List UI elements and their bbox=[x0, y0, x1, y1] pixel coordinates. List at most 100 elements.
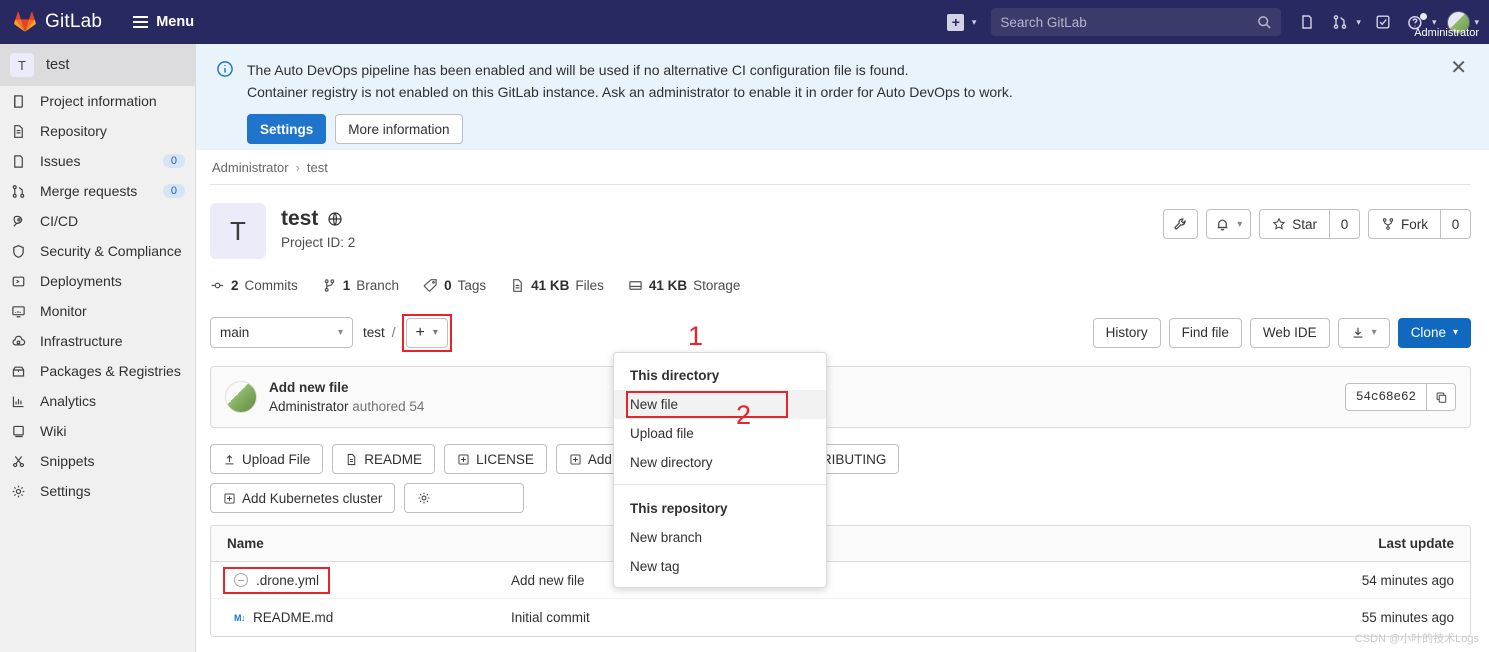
file-name[interactable]: README.md bbox=[253, 610, 333, 625]
project-sidebar: T test Project information Repository Is… bbox=[0, 44, 196, 652]
merge-icon bbox=[10, 184, 27, 199]
find-file-button[interactable]: Find file bbox=[1168, 317, 1242, 348]
sidebar-project-name: test bbox=[46, 57, 70, 73]
commit-sha: 54c68e62 bbox=[1344, 383, 1426, 411]
stat-storage: 41 KB Storage bbox=[628, 278, 740, 293]
stat-label: Branch bbox=[356, 278, 400, 293]
new-item-dropdown[interactable]: + ▾ bbox=[941, 7, 981, 37]
file-name[interactable]: .drone.yml bbox=[256, 573, 319, 588]
plus-icon[interactable]: + bbox=[941, 7, 971, 37]
sidebar-item-monitor[interactable]: Monitor bbox=[0, 296, 195, 326]
sidebar-item-analytics[interactable]: Analytics bbox=[0, 386, 195, 416]
stat-commits[interactable]: 2 Commits bbox=[210, 278, 298, 293]
sidebar-item-deployments[interactable]: Deployments bbox=[0, 266, 195, 296]
sidebar-item-label: Repository bbox=[40, 123, 107, 139]
sidebar-item-packages-registries[interactable]: Packages & Registries bbox=[0, 356, 195, 386]
issues-icon[interactable] bbox=[1292, 7, 1322, 37]
star-button-group[interactable]: Star 0 bbox=[1259, 209, 1360, 239]
button-label: Add Kubernetes cluster bbox=[242, 490, 383, 506]
dropdown-item-new-file[interactable]: New file bbox=[614, 390, 826, 419]
sidebar-item-project-information[interactable]: Project information bbox=[0, 86, 195, 116]
sidebar-item-repository[interactable]: Repository bbox=[0, 116, 195, 146]
main-menu-button[interactable]: Menu bbox=[126, 9, 201, 35]
add-readme-button[interactable]: README bbox=[332, 444, 436, 474]
sidebar-item-merge-requests[interactable]: Merge requests 0 bbox=[0, 176, 195, 206]
markdown-icon: M↓ bbox=[234, 612, 246, 623]
table-row[interactable]: M↓ README.md Initial commit 55 minutes a… bbox=[211, 599, 1470, 636]
chevron-down-icon: ▾ bbox=[1474, 16, 1479, 27]
alert-more-information-button[interactable]: More information bbox=[335, 114, 463, 144]
sidebar-item-issues[interactable]: Issues 0 bbox=[0, 146, 195, 176]
stat-tags[interactable]: 0 Tags bbox=[423, 278, 486, 293]
sidebar-item-snippets[interactable]: Snippets bbox=[0, 446, 195, 476]
stat-branches[interactable]: 1 Branch bbox=[322, 278, 399, 293]
fork-count: 0 bbox=[1441, 209, 1471, 239]
sidebar-item-label: Issues bbox=[40, 153, 81, 169]
sidebar-item-security-compliance[interactable]: Security & Compliance bbox=[0, 236, 195, 266]
commit-message[interactable]: Add new file bbox=[269, 378, 424, 397]
star-count: 0 bbox=[1330, 209, 1360, 239]
web-ide-button[interactable]: Web IDE bbox=[1249, 317, 1330, 348]
project-header: T test Project ID: 2 ▾ Star 0 Fork 0 bbox=[210, 185, 1489, 259]
merge-requests-dropdown[interactable]: ▾ bbox=[1325, 7, 1365, 37]
file-name-highlight[interactable]: .drone.yml bbox=[222, 566, 331, 594]
breadcrumb-owner[interactable]: Administrator bbox=[212, 160, 289, 175]
sidebar-project-header[interactable]: T test bbox=[0, 44, 195, 86]
project-avatar: T bbox=[210, 203, 266, 259]
add-kubernetes-cluster-button[interactable]: Add Kubernetes cluster bbox=[210, 483, 396, 513]
clone-button[interactable]: Clone ▾ bbox=[1397, 317, 1471, 348]
table-row[interactable]: .drone.yml Add new file 54 minutes ago bbox=[211, 562, 1470, 599]
merge-requests-icon[interactable] bbox=[1325, 7, 1355, 37]
breadcrumb: Administrator › test bbox=[210, 150, 1489, 184]
stat-value: 41 KB bbox=[531, 278, 570, 293]
add-to-repo-button[interactable]: + ▾ bbox=[405, 317, 448, 348]
sidebar-item-wiki[interactable]: Wiki bbox=[0, 416, 195, 446]
stat-value: 1 bbox=[342, 278, 351, 293]
project-stats: 2 Commits 1 Branch 0 Tags 41 KB Files 41… bbox=[210, 278, 1489, 293]
user-menu[interactable]: ▾ Administrator bbox=[1414, 7, 1483, 39]
download-icon bbox=[1353, 327, 1363, 338]
sidebar-badge-issues: 0 bbox=[162, 154, 185, 168]
gitlab-logo[interactable]: GitLab bbox=[14, 11, 102, 33]
search-input[interactable]: Search GitLab bbox=[991, 8, 1282, 36]
sidebar-item-infrastructure[interactable]: Infrastructure bbox=[0, 326, 195, 356]
todos-icon[interactable] bbox=[1368, 7, 1398, 37]
sidebar-item-settings[interactable]: Settings bbox=[0, 476, 195, 506]
close-icon[interactable]: ✕ bbox=[1450, 58, 1467, 78]
star-button[interactable]: Star bbox=[1259, 209, 1330, 239]
wrench-icon bbox=[1174, 217, 1186, 229]
download-source-dropdown[interactable]: ▾ bbox=[1337, 317, 1390, 348]
stat-label: Commits bbox=[244, 278, 298, 293]
plus-box-icon bbox=[224, 492, 235, 504]
commit-author[interactable]: Administrator bbox=[269, 399, 349, 414]
drone-icon bbox=[234, 573, 248, 587]
add-license-button[interactable]: LICENSE bbox=[444, 444, 547, 474]
sidebar-item-ci-cd[interactable]: CI/CD bbox=[0, 206, 195, 236]
copy-icon[interactable] bbox=[1426, 383, 1456, 411]
dropdown-item-new-tag[interactable]: New tag bbox=[614, 552, 826, 581]
dropdown-item-new-branch[interactable]: New branch bbox=[614, 523, 826, 552]
path-root[interactable]: test bbox=[363, 325, 385, 340]
file-commit-message[interactable]: Initial commit bbox=[511, 610, 1290, 625]
upload-file-button[interactable]: Upload File bbox=[210, 444, 324, 474]
file-icon bbox=[513, 279, 522, 292]
fork-button-group[interactable]: Fork 0 bbox=[1368, 209, 1471, 239]
branch-selector[interactable]: main ▾ bbox=[210, 317, 353, 348]
rocket-icon bbox=[10, 214, 27, 229]
settings-wrench-button[interactable] bbox=[1163, 209, 1199, 239]
dropdown-item-upload-file[interactable]: Upload file bbox=[614, 419, 826, 448]
annotation-step-2: 2 bbox=[736, 400, 752, 430]
star-label: Star bbox=[1292, 216, 1317, 232]
dropdown-section-this-repository: This repository bbox=[630, 501, 728, 516]
alert-line-1: The Auto DevOps pipeline has been enable… bbox=[247, 62, 909, 78]
path-separator: / bbox=[391, 325, 396, 340]
dropdown-item-new-directory[interactable]: New directory bbox=[614, 448, 826, 477]
breadcrumb-project[interactable]: test bbox=[307, 160, 328, 175]
configure-integrations-button[interactable] bbox=[404, 483, 525, 513]
history-button[interactable]: History bbox=[1092, 317, 1161, 348]
file-icon bbox=[348, 453, 356, 465]
fork-button[interactable]: Fork bbox=[1368, 209, 1441, 239]
alert-settings-button[interactable]: Settings bbox=[247, 114, 327, 144]
notification-dropdown-button[interactable]: ▾ bbox=[1206, 209, 1252, 239]
main-content: The Auto DevOps pipeline has been enable… bbox=[196, 44, 1489, 652]
